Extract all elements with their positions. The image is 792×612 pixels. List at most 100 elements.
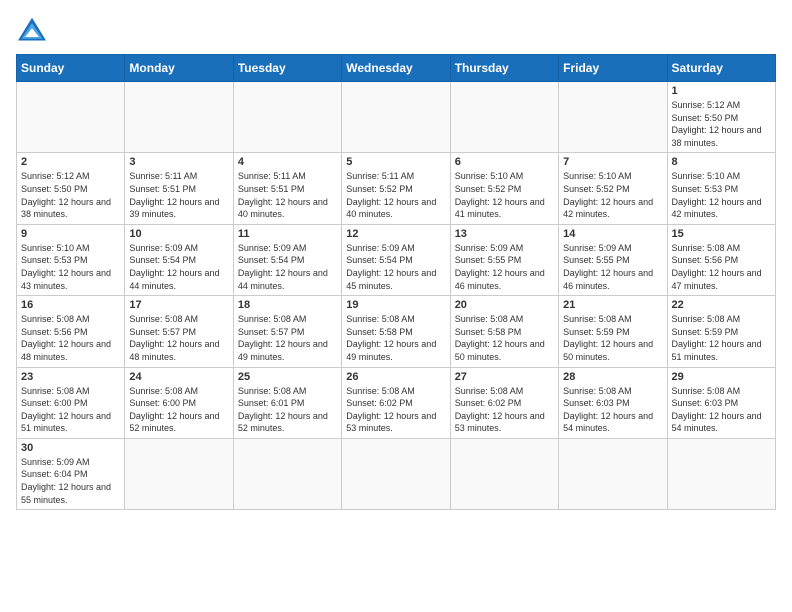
day-info: Sunrise: 5:10 AM Sunset: 5:52 PM Dayligh… bbox=[455, 170, 554, 220]
day-cell: 17Sunrise: 5:08 AM Sunset: 5:57 PM Dayli… bbox=[125, 296, 233, 367]
logo bbox=[16, 16, 52, 44]
day-number: 8 bbox=[672, 156, 771, 168]
weekday-header-monday: Monday bbox=[125, 55, 233, 82]
day-number: 13 bbox=[455, 228, 554, 240]
day-cell: 22 Sunrise: 5:08 AM Sunset: 5:59 PM Dayli… bbox=[667, 296, 775, 367]
day-number: 30 bbox=[21, 442, 120, 454]
day-info: Sunrise: 5:08 AM Sunset: 6:03 PM Dayligh… bbox=[672, 385, 771, 435]
day-cell bbox=[233, 82, 341, 153]
day-number: 26 bbox=[346, 371, 445, 383]
day-cell: 11 Sunrise: 5:09 AM Sunset: 5:54 PM Dayli… bbox=[233, 224, 341, 295]
weekday-header-wednesday: Wednesday bbox=[342, 55, 450, 82]
day-number: 24 bbox=[129, 371, 228, 383]
day-cell bbox=[450, 82, 558, 153]
day-info: Sunrise: 5:09 AM Sunset: 5:54 PM Dayligh… bbox=[129, 242, 228, 292]
day-cell: 6Sunrise: 5:10 AM Sunset: 5:52 PM Daylig… bbox=[450, 153, 558, 224]
day-cell: 21 Sunrise: 5:08 AM Sunset: 5:59 PM Dayli… bbox=[559, 296, 667, 367]
day-number: 19 bbox=[346, 299, 445, 311]
day-cell: 4Sunrise: 5:11 AM Sunset: 5:51 PM Daylig… bbox=[233, 153, 341, 224]
day-cell: 2Sunrise: 5:12 AM Sunset: 5:50 PM Daylig… bbox=[17, 153, 125, 224]
day-number: 2 bbox=[21, 156, 120, 168]
day-number: 10 bbox=[129, 228, 228, 240]
day-number: 1 bbox=[672, 85, 771, 97]
week-row-6: 30Sunrise: 5:09 AM Sunset: 6:04 PM Dayli… bbox=[17, 438, 776, 509]
week-row-2: 2Sunrise: 5:12 AM Sunset: 5:50 PM Daylig… bbox=[17, 153, 776, 224]
day-cell bbox=[125, 82, 233, 153]
day-info: Sunrise: 5:08 AM Sunset: 5:57 PM Dayligh… bbox=[129, 313, 228, 363]
day-info: Sunrise: 5:08 AM Sunset: 5:58 PM Dayligh… bbox=[346, 313, 445, 363]
day-info: Sunrise: 5:11 AM Sunset: 5:52 PM Dayligh… bbox=[346, 170, 445, 220]
page-header bbox=[16, 16, 776, 44]
weekday-header-row: SundayMondayTuesdayWednesdayThursdayFrid… bbox=[17, 55, 776, 82]
day-info: Sunrise: 5:10 AM Sunset: 5:52 PM Dayligh… bbox=[563, 170, 662, 220]
day-cell: 19 Sunrise: 5:08 AM Sunset: 5:58 PM Dayli… bbox=[342, 296, 450, 367]
day-cell: 7 Sunrise: 5:10 AM Sunset: 5:52 PM Daylig… bbox=[559, 153, 667, 224]
day-info: Sunrise: 5:08 AM Sunset: 5:59 PM Dayligh… bbox=[672, 313, 771, 363]
day-info: Sunrise: 5:08 AM Sunset: 6:02 PM Dayligh… bbox=[455, 385, 554, 435]
day-cell: 10 Sunrise: 5:09 AM Sunset: 5:54 PM Dayli… bbox=[125, 224, 233, 295]
day-number: 25 bbox=[238, 371, 337, 383]
day-number: 5 bbox=[346, 156, 445, 168]
day-number: 11 bbox=[238, 228, 337, 240]
day-cell bbox=[559, 438, 667, 509]
day-cell bbox=[233, 438, 341, 509]
day-number: 28 bbox=[563, 371, 662, 383]
day-number: 29 bbox=[672, 371, 771, 383]
weekday-header-saturday: Saturday bbox=[667, 55, 775, 82]
day-number: 18 bbox=[238, 299, 337, 311]
weekday-header-tuesday: Tuesday bbox=[233, 55, 341, 82]
day-cell: 3 Sunrise: 5:11 AM Sunset: 5:51 PM Daylig… bbox=[125, 153, 233, 224]
day-cell: 13 Sunrise: 5:09 AM Sunset: 5:55 PM Dayli… bbox=[450, 224, 558, 295]
day-number: 15 bbox=[672, 228, 771, 240]
day-info: Sunrise: 5:12 AM Sunset: 5:50 PM Dayligh… bbox=[672, 99, 771, 149]
day-cell bbox=[125, 438, 233, 509]
week-row-5: 23Sunrise: 5:08 AM Sunset: 6:00 PM Dayli… bbox=[17, 367, 776, 438]
day-cell: 16Sunrise: 5:08 AM Sunset: 5:56 PM Dayli… bbox=[17, 296, 125, 367]
day-number: 3 bbox=[129, 156, 228, 168]
day-cell: 9Sunrise: 5:10 AM Sunset: 5:53 PM Daylig… bbox=[17, 224, 125, 295]
logo-icon bbox=[16, 16, 48, 44]
day-cell bbox=[17, 82, 125, 153]
day-info: Sunrise: 5:08 AM Sunset: 5:59 PM Dayligh… bbox=[563, 313, 662, 363]
weekday-header-sunday: Sunday bbox=[17, 55, 125, 82]
day-cell: 15 Sunrise: 5:08 AM Sunset: 5:56 PM Dayli… bbox=[667, 224, 775, 295]
day-number: 27 bbox=[455, 371, 554, 383]
week-row-1: 1 Sunrise: 5:12 AM Sunset: 5:50 PM Daylig… bbox=[17, 82, 776, 153]
day-number: 12 bbox=[346, 228, 445, 240]
day-number: 7 bbox=[563, 156, 662, 168]
day-info: Sunrise: 5:08 AM Sunset: 5:56 PM Dayligh… bbox=[672, 242, 771, 292]
day-cell: 23Sunrise: 5:08 AM Sunset: 6:00 PM Dayli… bbox=[17, 367, 125, 438]
day-info: Sunrise: 5:09 AM Sunset: 5:54 PM Dayligh… bbox=[238, 242, 337, 292]
day-cell: 18Sunrise: 5:08 AM Sunset: 5:57 PM Dayli… bbox=[233, 296, 341, 367]
day-cell: 8Sunrise: 5:10 AM Sunset: 5:53 PM Daylig… bbox=[667, 153, 775, 224]
day-number: 22 bbox=[672, 299, 771, 311]
day-cell: 14Sunrise: 5:09 AM Sunset: 5:55 PM Dayli… bbox=[559, 224, 667, 295]
day-info: Sunrise: 5:09 AM Sunset: 5:55 PM Dayligh… bbox=[563, 242, 662, 292]
day-cell: 30Sunrise: 5:09 AM Sunset: 6:04 PM Dayli… bbox=[17, 438, 125, 509]
day-info: Sunrise: 5:08 AM Sunset: 5:58 PM Dayligh… bbox=[455, 313, 554, 363]
day-info: Sunrise: 5:09 AM Sunset: 5:54 PM Dayligh… bbox=[346, 242, 445, 292]
day-cell bbox=[450, 438, 558, 509]
day-number: 21 bbox=[563, 299, 662, 311]
day-info: Sunrise: 5:08 AM Sunset: 5:56 PM Dayligh… bbox=[21, 313, 120, 363]
week-row-4: 16Sunrise: 5:08 AM Sunset: 5:56 PM Dayli… bbox=[17, 296, 776, 367]
day-cell: 12 Sunrise: 5:09 AM Sunset: 5:54 PM Dayli… bbox=[342, 224, 450, 295]
day-cell: 5 Sunrise: 5:11 AM Sunset: 5:52 PM Daylig… bbox=[342, 153, 450, 224]
day-cell: 28 Sunrise: 5:08 AM Sunset: 6:03 PM Dayli… bbox=[559, 367, 667, 438]
day-info: Sunrise: 5:11 AM Sunset: 5:51 PM Dayligh… bbox=[129, 170, 228, 220]
day-info: Sunrise: 5:08 AM Sunset: 6:01 PM Dayligh… bbox=[238, 385, 337, 435]
day-cell bbox=[342, 438, 450, 509]
day-number: 4 bbox=[238, 156, 337, 168]
day-cell: 25 Sunrise: 5:08 AM Sunset: 6:01 PM Dayli… bbox=[233, 367, 341, 438]
day-cell bbox=[667, 438, 775, 509]
weekday-header-thursday: Thursday bbox=[450, 55, 558, 82]
day-cell: 20Sunrise: 5:08 AM Sunset: 5:58 PM Dayli… bbox=[450, 296, 558, 367]
day-info: Sunrise: 5:10 AM Sunset: 5:53 PM Dayligh… bbox=[21, 242, 120, 292]
calendar-table: SundayMondayTuesdayWednesdayThursdayFrid… bbox=[16, 54, 776, 510]
day-info: Sunrise: 5:08 AM Sunset: 6:00 PM Dayligh… bbox=[129, 385, 228, 435]
day-cell: 29 Sunrise: 5:08 AM Sunset: 6:03 PM Dayli… bbox=[667, 367, 775, 438]
day-cell bbox=[559, 82, 667, 153]
day-info: Sunrise: 5:09 AM Sunset: 5:55 PM Dayligh… bbox=[455, 242, 554, 292]
day-info: Sunrise: 5:08 AM Sunset: 6:03 PM Dayligh… bbox=[563, 385, 662, 435]
weekday-header-friday: Friday bbox=[559, 55, 667, 82]
